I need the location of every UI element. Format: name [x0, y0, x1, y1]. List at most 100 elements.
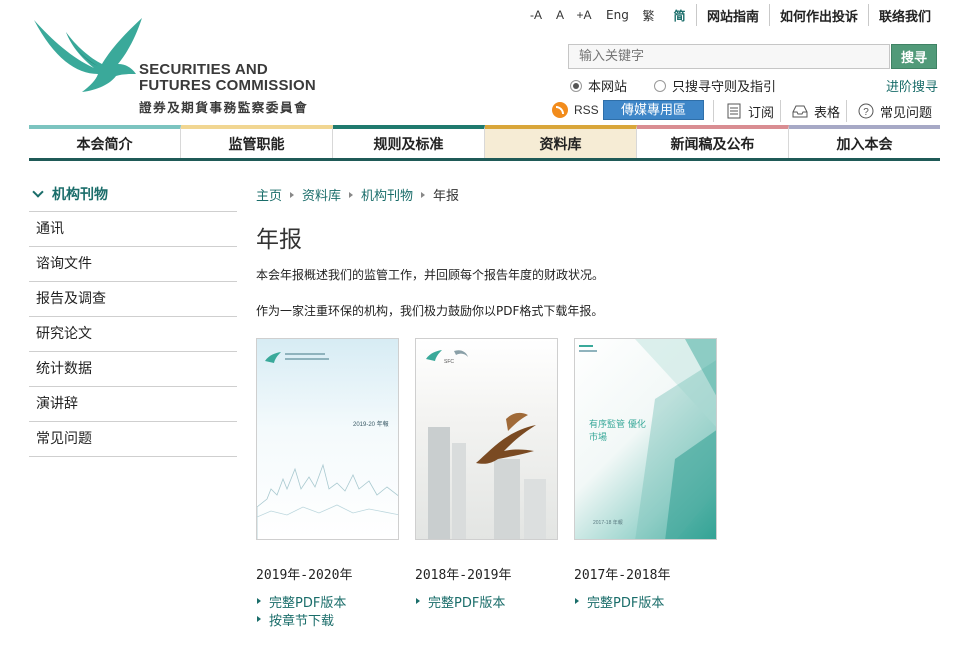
report-cover-2018[interactable]: SFC — [415, 338, 558, 540]
subscribe-link[interactable]: 订阅 — [726, 98, 774, 124]
report-year: 2018年-2019年 — [415, 568, 512, 583]
divider — [768, 4, 770, 26]
media-area-button[interactable]: 傳媒專用區 — [603, 100, 704, 120]
svg-text:?: ? — [863, 107, 869, 118]
report-cover-2017[interactable]: 有序監管 優化市場 2017-18 年報 — [574, 338, 717, 540]
arrow-right-icon — [257, 598, 261, 604]
search-scope: 本网站 只搜寻守则及指引 进阶搜寻 — [568, 76, 938, 95]
divider — [695, 4, 697, 26]
complaint-link[interactable]: 如何作出投诉 — [771, 6, 867, 25]
cover-logo-label: SFC — [444, 359, 454, 365]
forms-label: 表格 — [814, 105, 841, 121]
sidebar-heading[interactable]: 机构刊物 — [29, 177, 237, 212]
main-nav: 本会简介 监管职能 规则及标准 资料库 新闻稿及公布 加入本会 — [29, 125, 940, 161]
intro-text-1: 本会年报概述我们的监管工作，并回顾每个报告年度的财政状况。 — [256, 268, 605, 282]
chapter-download-label: 按章节下载 — [269, 613, 335, 629]
radio-unchecked-icon — [654, 79, 666, 92]
breadcrumb-arrow-icon — [421, 191, 426, 198]
sidebar: 机构刊物 通讯 谘询文件 报告及调查 研究论文 统计数据 演讲辞 常见问题 — [29, 177, 237, 457]
sidebar-heading-label: 机构刊物 — [52, 187, 108, 203]
full-pdf-label: 完整PDF版本 — [587, 595, 665, 611]
sidebar-item-consultations[interactable]: 谘询文件 — [29, 247, 237, 282]
full-pdf-link[interactable]: 完整PDF版本 — [574, 592, 724, 611]
lang-english[interactable]: Eng — [602, 8, 633, 22]
utility-bar: -A A +A Eng 繁 简 网站指南 如何作出投诉 联络我们 — [524, 4, 940, 26]
full-pdf-label: 完整PDF版本 — [269, 595, 347, 611]
contact-link[interactable]: 联络我们 — [870, 6, 940, 25]
font-size-small[interactable]: -A — [524, 8, 548, 22]
faq-label: 常见问题 — [880, 105, 933, 121]
divider — [867, 4, 869, 26]
sidebar-item-reports[interactable]: 报告及调查 — [29, 282, 237, 317]
font-size-normal[interactable]: A — [548, 8, 572, 22]
sidebar-item-speeches[interactable]: 演讲辞 — [29, 387, 237, 422]
subscribe-label: 订阅 — [748, 105, 775, 121]
lang-simplified[interactable]: 简 — [664, 7, 695, 24]
sidebar-item-faq[interactable]: 常见问题 — [29, 422, 237, 457]
report-card: 有序監管 優化市場 2017-18 年報 2017年-2018年 完整PDF版本 — [574, 338, 724, 611]
nav-rules-standards[interactable]: 规则及标准 — [333, 125, 485, 158]
report-card: 2019-20 年報 2019年-2020年 完整PDF版本 按章节下载 — [256, 338, 406, 629]
advanced-search-link[interactable]: 进阶搜寻 — [886, 76, 938, 95]
divider — [780, 100, 781, 122]
scope-codes-radio[interactable]: 只搜寻守则及指引 — [654, 76, 776, 95]
document-icon — [726, 103, 742, 119]
breadcrumb: 主页 资料库 机构刊物 年报 — [256, 185, 459, 204]
arrow-right-icon — [257, 616, 261, 622]
org-name-en-2: FUTURES COMMISSION — [139, 77, 316, 94]
lang-traditional[interactable]: 繁 — [633, 7, 664, 24]
report-cover-2019[interactable]: 2019-20 年報 — [256, 338, 399, 540]
chapter-download-link[interactable]: 按章节下载 — [256, 610, 406, 629]
breadcrumb-home[interactable]: 主页 — [256, 185, 282, 204]
breadcrumb-arrow-icon — [349, 191, 354, 198]
font-size-large[interactable]: +A — [572, 8, 596, 22]
sidebar-item-statistics[interactable]: 统计数据 — [29, 352, 237, 387]
divider — [846, 100, 847, 122]
question-icon: ? — [858, 103, 874, 119]
arrow-right-icon — [575, 598, 579, 604]
forms-link[interactable]: 表格 — [792, 98, 840, 124]
search-button[interactable]: 搜寻 — [891, 44, 937, 69]
nav-resources[interactable]: 资料库 — [485, 125, 637, 158]
report-card: SFC 2018年-2019年 完整PDF版本 — [415, 338, 565, 611]
nav-careers[interactable]: 加入本会 — [789, 125, 940, 158]
sidebar-item-newsletters[interactable]: 通讯 — [29, 212, 237, 247]
nav-regulatory-functions[interactable]: 监管职能 — [181, 125, 333, 158]
nav-about[interactable]: 本会简介 — [29, 125, 181, 158]
radio-checked-icon — [570, 79, 582, 92]
report-links: 完整PDF版本 — [415, 592, 565, 611]
report-links: 完整PDF版本 按章节下载 — [256, 592, 406, 629]
arrow-right-icon — [416, 598, 420, 604]
search-input[interactable] — [568, 44, 890, 69]
scope-codes-label: 只搜寻守则及指引 — [672, 80, 777, 95]
rss-link[interactable]: RSS — [552, 102, 599, 118]
sfc-logo[interactable]: SECURITIES AND FUTURES COMMISSION 證券及期貨事… — [32, 18, 332, 118]
cover-year-label: 2019-20 年報 — [353, 422, 389, 428]
chevron-down-icon — [32, 186, 44, 198]
sidebar-item-research[interactable]: 研究论文 — [29, 317, 237, 352]
breadcrumb-current: 年报 — [433, 189, 460, 204]
cover-art — [426, 350, 546, 539]
cover-slogan: 有序監管 優化市場 — [589, 420, 646, 443]
report-links: 完整PDF版本 — [574, 592, 724, 611]
eagle-logo-icon — [34, 18, 142, 92]
divider — [713, 100, 714, 122]
full-pdf-link[interactable]: 完整PDF版本 — [415, 592, 565, 611]
nav-news[interactable]: 新闻稿及公布 — [637, 125, 789, 158]
logo-text: SECURITIES AND FUTURES COMMISSION 證券及期貨事… — [139, 62, 316, 116]
cover-art — [257, 352, 398, 539]
report-year: 2017年-2018年 — [574, 568, 671, 583]
full-pdf-label: 完整PDF版本 — [428, 595, 506, 611]
breadcrumb-resources[interactable]: 资料库 — [302, 185, 341, 204]
intro-text-2: 作为一家注重环保的机构，我们极力鼓励你以PDF格式下载年报。 — [256, 304, 604, 318]
cover-year-label: 2017-18 年報 — [593, 520, 623, 526]
site-guide-link[interactable]: 网站指南 — [698, 6, 768, 25]
breadcrumb-publications[interactable]: 机构刊物 — [361, 185, 413, 204]
scope-site-radio[interactable]: 本网站 — [570, 76, 627, 95]
rss-label: RSS — [574, 103, 599, 117]
rss-icon — [552, 102, 568, 118]
report-year: 2019年-2020年 — [256, 568, 353, 583]
org-name-en-1: SECURITIES AND — [139, 61, 268, 78]
full-pdf-link[interactable]: 完整PDF版本 — [256, 592, 406, 611]
faq-link[interactable]: ? 常见问题 — [858, 98, 932, 124]
